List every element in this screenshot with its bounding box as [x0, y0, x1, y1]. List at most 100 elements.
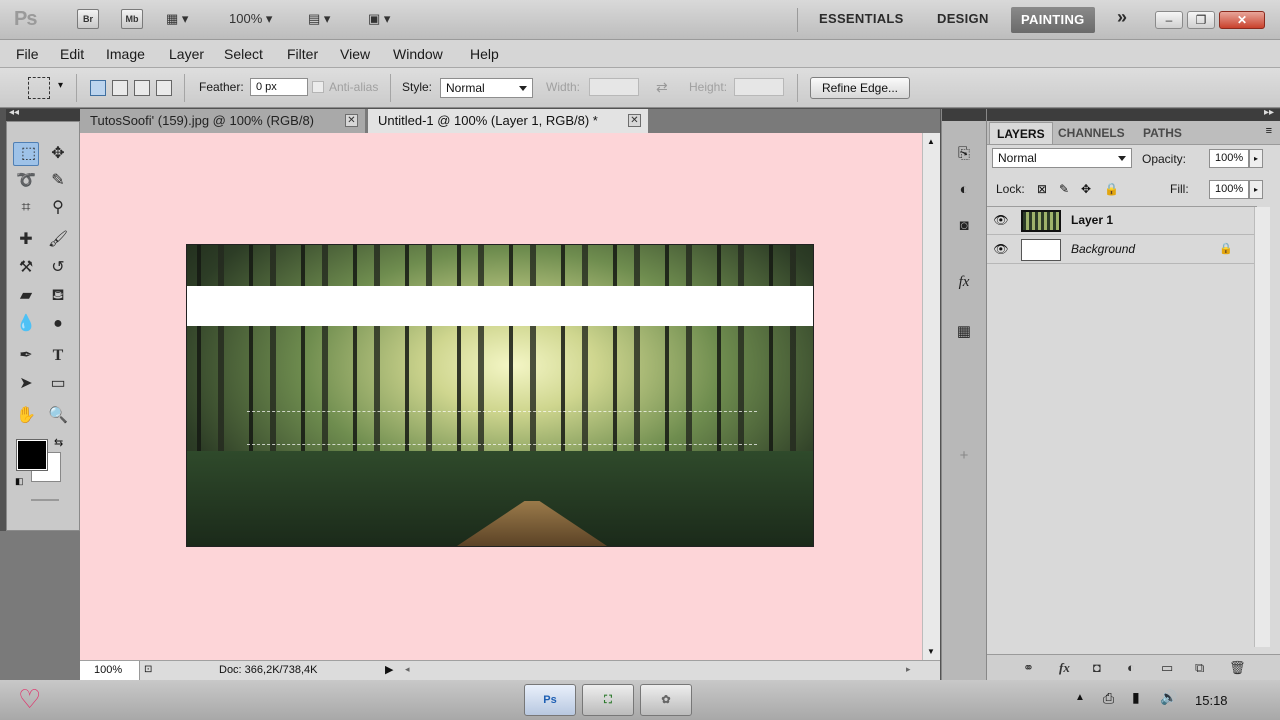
- close-tab-icon[interactable]: ✕: [345, 114, 358, 127]
- quick-select-icon[interactable]: ✎: [45, 169, 71, 193]
- document-image[interactable]: [186, 244, 814, 547]
- eraser-icon[interactable]: ▰: [13, 284, 39, 308]
- opacity-input[interactable]: 100%: [1209, 149, 1249, 168]
- foreground-color-swatch[interactable]: [16, 439, 48, 471]
- eyedropper-icon[interactable]: ⚲: [45, 196, 71, 220]
- collapse-icon[interactable]: ◂◂: [9, 107, 19, 118]
- fill-input[interactable]: 100%: [1209, 180, 1249, 199]
- new-group-icon[interactable]: ▭: [1161, 660, 1173, 676]
- tab-untitled-1[interactable]: Untitled-1 @ 100% (Layer 1, RGB/8) * ✕: [368, 109, 648, 133]
- swatches-panel-icon[interactable]: ▦: [952, 321, 976, 343]
- eye-icon[interactable]: 👁: [993, 242, 1009, 256]
- antialias-checkbox[interactable]: [312, 81, 324, 93]
- volume-icon[interactable]: 🔊: [1160, 689, 1177, 706]
- lock-all-icon[interactable]: 🔒: [1104, 182, 1119, 196]
- menu-select[interactable]: Select: [224, 46, 263, 62]
- zoom-level-dropdown[interactable]: 100% ▾: [229, 9, 272, 29]
- heart-icon[interactable]: ♡: [18, 684, 41, 715]
- default-colors-icon[interactable]: ◧: [15, 476, 24, 487]
- styles-panel-icon[interactable]: fx: [952, 271, 976, 293]
- adjustments-panel-icon[interactable]: ◐: [952, 179, 976, 201]
- history-brush-icon[interactable]: ↺: [45, 256, 71, 280]
- dodge-icon[interactable]: ●: [45, 312, 71, 336]
- type-icon[interactable]: T: [45, 344, 71, 368]
- menu-help[interactable]: Help: [470, 46, 499, 62]
- bridge-button[interactable]: Br: [77, 9, 99, 29]
- lock-position-icon[interactable]: ✥: [1081, 182, 1091, 196]
- paint-bucket-icon[interactable]: ⛾: [45, 284, 71, 308]
- workspace-essentials[interactable]: ESSENTIALS: [819, 11, 904, 26]
- screen-mode-icon[interactable]: ▣ ▾: [368, 9, 390, 29]
- network-icon[interactable]: ⎙: [1103, 690, 1114, 707]
- swap-dimensions-icon[interactable]: ⇄: [656, 79, 668, 96]
- rect-marquee-icon[interactable]: ⬚: [13, 142, 39, 166]
- layer-style-icon[interactable]: fx: [1059, 660, 1070, 676]
- zoom-icon[interactable]: 🔍: [45, 404, 71, 428]
- workspace-painting[interactable]: PAINTING: [1011, 7, 1095, 33]
- blend-mode-dropdown[interactable]: Normal: [992, 148, 1132, 168]
- height-input[interactable]: [734, 78, 784, 96]
- blur-icon[interactable]: 💧: [13, 312, 39, 336]
- view-extras-icon[interactable]: ▦ ▾: [166, 9, 188, 29]
- opacity-slider-icon[interactable]: ▸: [1249, 149, 1263, 168]
- path-select-icon[interactable]: ➤: [13, 372, 39, 396]
- swap-colors-icon[interactable]: ⇆: [54, 436, 63, 449]
- restore-button[interactable]: ❐: [1187, 11, 1215, 29]
- rectangle-shape-icon[interactable]: ▭: [45, 372, 71, 396]
- lock-transparency-icon[interactable]: ⊠: [1037, 182, 1047, 196]
- fill-slider-icon[interactable]: ▸: [1249, 180, 1263, 199]
- menu-file[interactable]: File: [16, 46, 39, 62]
- add-selection-icon[interactable]: [112, 80, 128, 96]
- masks-panel-icon[interactable]: ◙: [952, 215, 976, 237]
- tab-layers[interactable]: LAYERS: [989, 122, 1053, 144]
- refine-edge-button[interactable]: Refine Edge...: [810, 77, 910, 99]
- add-mask-icon[interactable]: ◘: [1093, 660, 1101, 675]
- clock-text[interactable]: 15:18: [1195, 693, 1228, 708]
- healing-brush-icon[interactable]: ✚: [13, 228, 39, 252]
- lock-pixels-icon[interactable]: ✎: [1059, 182, 1069, 196]
- menu-filter[interactable]: Filter: [287, 46, 318, 62]
- preset-dropdown-icon[interactable]: ▾: [58, 80, 63, 91]
- brush-icon[interactable]: 🖌: [45, 228, 71, 252]
- tab-channels[interactable]: CHANNELS: [1051, 122, 1132, 144]
- zoom-field[interactable]: 100%: [80, 661, 140, 680]
- scroll-down-icon[interactable]: ▼: [927, 647, 935, 656]
- tray-expand-icon[interactable]: ▲: [1075, 692, 1085, 703]
- close-tab-icon[interactable]: ✕: [628, 114, 641, 127]
- taskbar-app-icon[interactable]: ⛶: [582, 684, 634, 716]
- arrange-documents-icon[interactable]: ▤ ▾: [308, 9, 330, 29]
- width-input[interactable]: [589, 78, 639, 96]
- menu-edit[interactable]: Edit: [60, 46, 84, 62]
- status-menu-icon[interactable]: ▶: [385, 663, 393, 676]
- style-dropdown[interactable]: Normal: [440, 78, 533, 98]
- feather-input[interactable]: 0 px: [250, 78, 308, 96]
- new-selection-icon[interactable]: [90, 80, 106, 96]
- quick-mask-icon[interactable]: [31, 499, 59, 501]
- scroll-left-icon[interactable]: ◂: [405, 664, 410, 675]
- crop-icon[interactable]: ⌗: [13, 196, 39, 220]
- signal-icon[interactable]: ▮: [1132, 689, 1140, 706]
- history-panel-icon[interactable]: ⎘: [952, 143, 976, 165]
- pen-icon[interactable]: ✒: [13, 344, 39, 368]
- adjustment-layer-icon[interactable]: ◐: [1127, 660, 1135, 675]
- collapse-panel-icon[interactable]: ▸▸: [1264, 107, 1274, 118]
- minibridge-button[interactable]: Mb: [121, 9, 143, 29]
- clone-stamp-icon[interactable]: ⚒: [13, 256, 39, 280]
- close-button[interactable]: ✕: [1219, 11, 1265, 29]
- delete-layer-icon[interactable]: 🗑: [1229, 660, 1246, 676]
- eye-icon[interactable]: 👁: [993, 213, 1009, 227]
- scroll-right-icon[interactable]: ▸: [906, 664, 911, 675]
- link-layers-icon[interactable]: ⚭: [1023, 660, 1034, 676]
- menu-image[interactable]: Image: [106, 46, 145, 62]
- panel-menu-icon[interactable]: ≡: [1266, 125, 1272, 137]
- hand-icon[interactable]: ✋: [13, 404, 39, 428]
- rect-marquee-preset-icon[interactable]: [28, 77, 50, 99]
- layers-scrollbar[interactable]: [1254, 207, 1270, 647]
- menu-view[interactable]: View: [340, 46, 370, 62]
- layer-row-layer-1[interactable]: 👁 Layer 1: [987, 207, 1255, 235]
- tab-tutossoofi[interactable]: TutosSoofi' (159).jpg @ 100% (RGB/8) ✕: [80, 109, 365, 133]
- lasso-icon[interactable]: ➰: [13, 169, 39, 193]
- more-workspaces-icon[interactable]: »: [1117, 7, 1127, 28]
- scroll-up-icon[interactable]: ▲: [927, 137, 935, 146]
- intersect-selection-icon[interactable]: [156, 80, 172, 96]
